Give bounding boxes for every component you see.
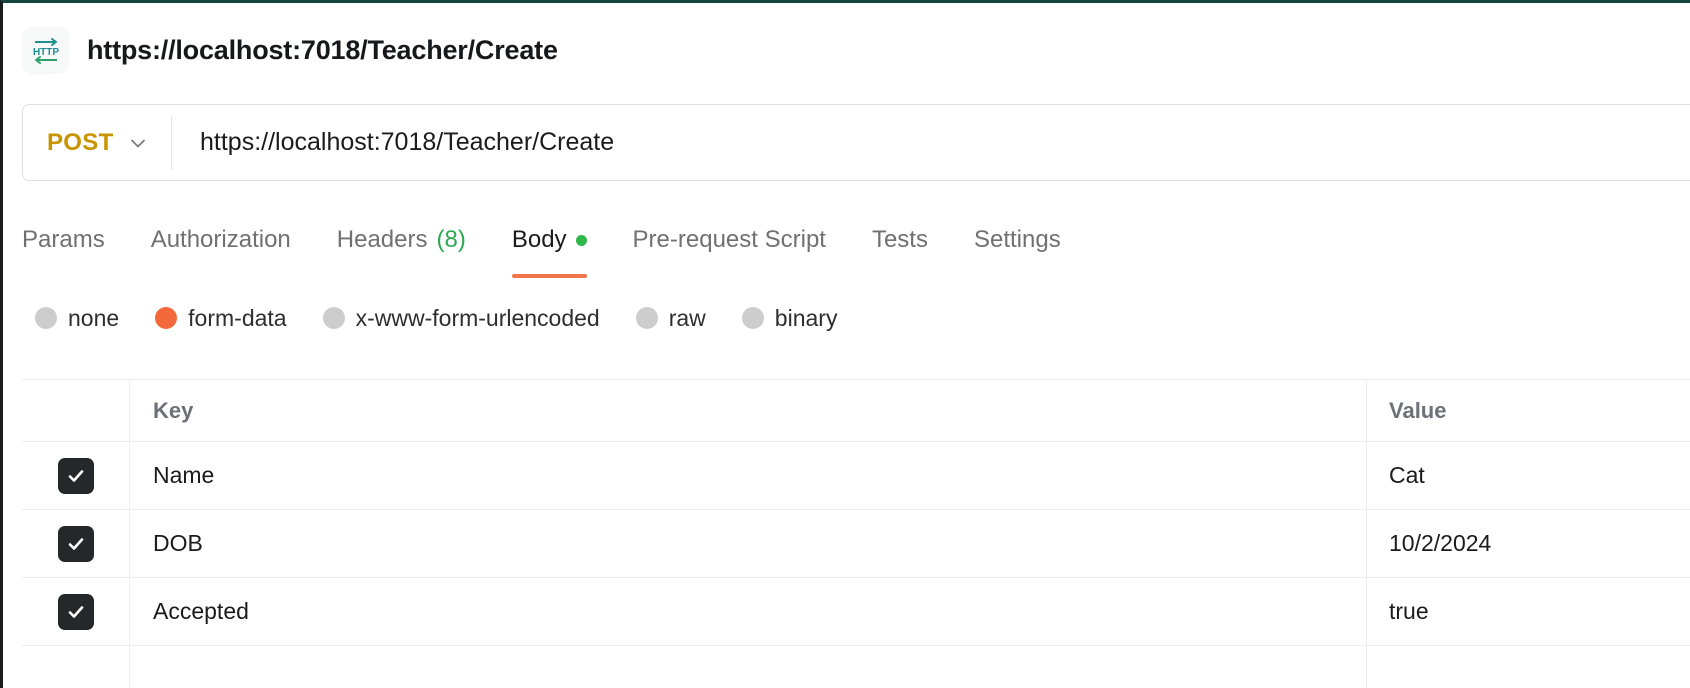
table-row-empty[interactable] xyxy=(22,646,1690,688)
url-bar: POST xyxy=(22,104,1690,181)
header-cell-value: Value xyxy=(1367,380,1690,441)
tab-label: Pre-request Script xyxy=(632,226,826,253)
http-method-label: POST xyxy=(47,128,114,156)
radio-icon xyxy=(322,307,345,329)
row-checkbox-cell xyxy=(22,510,130,577)
body-type-radio-group: none form-data x-www-form-urlencoded raw… xyxy=(35,301,873,335)
radio-label: form-data xyxy=(188,304,287,331)
url-input[interactable] xyxy=(172,128,1690,157)
http-method-selector[interactable]: POST xyxy=(23,129,171,157)
row-key: Name xyxy=(153,462,215,488)
row-value-cell[interactable] xyxy=(1367,646,1690,688)
row-checkbox[interactable] xyxy=(57,525,94,562)
row-value-cell[interactable]: true xyxy=(1367,578,1690,645)
tab-label: Params xyxy=(22,226,105,253)
headers-count-badge: (8) xyxy=(436,226,466,253)
row-checkbox-cell xyxy=(22,646,130,688)
tab-authorization[interactable]: Authorization xyxy=(151,218,317,262)
row-checkbox[interactable] xyxy=(57,593,94,630)
row-checkbox-cell xyxy=(22,442,130,509)
radio-none[interactable]: none xyxy=(35,305,119,332)
table-row[interactable]: Name Cat xyxy=(22,442,1690,510)
row-key-cell[interactable]: DOB xyxy=(130,510,1367,577)
header-cell-checkbox xyxy=(22,380,130,441)
row-key-cell[interactable] xyxy=(130,646,1367,688)
radio-label: none xyxy=(68,304,120,331)
page-title: https://localhost:7018/Teacher/Create xyxy=(87,34,558,65)
http-icon: HTTP xyxy=(22,26,69,74)
radio-label: binary xyxy=(774,304,838,331)
table-row[interactable]: DOB 10/2/2024 xyxy=(22,510,1690,578)
radio-form-data[interactable]: form-data xyxy=(155,304,287,332)
radio-icon xyxy=(741,307,764,329)
row-checkbox[interactable] xyxy=(57,457,94,494)
row-key-cell[interactable]: Name xyxy=(130,442,1367,509)
column-header-value: Value xyxy=(1389,397,1447,423)
tab-body[interactable]: Body xyxy=(511,218,613,278)
chevron-down-icon xyxy=(127,132,149,154)
tab-tests[interactable]: Tests xyxy=(872,218,954,262)
tab-headers[interactable]: Headers (8) xyxy=(337,218,492,262)
row-value-cell[interactable]: Cat xyxy=(1367,442,1690,509)
active-tab-indicator xyxy=(511,274,587,278)
radio-raw[interactable]: raw xyxy=(635,304,706,332)
body-modified-dot-icon xyxy=(575,234,587,246)
radio-icon xyxy=(155,307,178,329)
row-checkbox-cell xyxy=(22,578,130,645)
postman-request-pane: HTTP https://localhost:7018/Teacher/Crea… xyxy=(0,0,1690,688)
row-value: true xyxy=(1389,598,1429,624)
row-key: DOB xyxy=(153,530,203,556)
row-key-cell[interactable]: Accepted xyxy=(130,578,1367,645)
tab-params[interactable]: Params xyxy=(22,218,131,262)
request-tabs: Params Authorization Headers (8) Body Pr… xyxy=(22,218,1107,278)
request-title-row: HTTP https://localhost:7018/Teacher/Crea… xyxy=(3,3,1690,83)
table-row[interactable]: Accepted true xyxy=(22,578,1690,646)
radio-icon xyxy=(35,307,57,329)
tab-label: Settings xyxy=(973,226,1061,253)
row-value: Cat xyxy=(1389,462,1425,488)
radio-binary[interactable]: binary xyxy=(741,304,838,332)
row-value: 10/2/2024 xyxy=(1389,530,1492,556)
table-header-row: Key Value xyxy=(22,380,1690,442)
tab-label: Headers xyxy=(336,226,428,253)
form-data-table: Key Value Name Cat DOB 10/2/2024 Accepte… xyxy=(22,379,1690,688)
svg-text:HTTP: HTTP xyxy=(32,47,58,58)
radio-icon xyxy=(635,307,658,329)
tab-label: Body xyxy=(511,226,567,253)
tab-label: Authorization xyxy=(150,226,291,253)
tab-pre-request-script[interactable]: Pre-request Script xyxy=(633,218,852,262)
radio-x-www-form-urlencoded[interactable]: x-www-form-urlencoded xyxy=(322,304,600,332)
radio-label: raw xyxy=(668,304,706,331)
tab-label: Tests xyxy=(871,226,928,253)
radio-label: x-www-form-urlencoded xyxy=(355,304,600,331)
tab-settings[interactable]: Settings xyxy=(974,218,1087,262)
header-cell-key: Key xyxy=(130,380,1367,441)
row-key: Accepted xyxy=(153,598,249,624)
row-value-cell[interactable]: 10/2/2024 xyxy=(1367,510,1690,577)
column-header-key: Key xyxy=(153,397,194,423)
